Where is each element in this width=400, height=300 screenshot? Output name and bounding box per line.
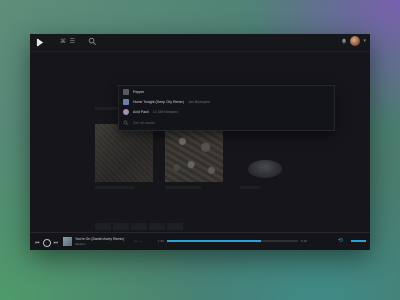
result-title: Acid Pauli 12,345 followers [133,110,179,114]
result-thumbnail [123,109,129,115]
next-icon[interactable]: ⏭ [54,240,59,246]
result-thumbnail [123,89,129,95]
notification-bell-icon[interactable] [341,38,347,44]
result-subtitle: Jan Blomqvist [188,100,210,104]
search-result-item[interactable]: Pepper [119,87,334,97]
track-title[interactable]: You're On (Daniel Avery Remix) [75,237,124,241]
volume-slider[interactable] [351,240,366,242]
app-logo-icon[interactable] [36,38,45,47]
search-icon[interactable] [88,37,97,46]
result-title: Pepper [133,90,145,94]
progress-fill [167,240,262,242]
see-all-label: See all results [133,121,155,125]
result-subtitle: 12,345 followers [152,110,179,114]
app-window: ⌘ ☰ ▾ Pepper Home Tonight (Deep City Rem… [30,34,370,250]
main-content [30,52,370,232]
repeat-icon[interactable]: ⟲ [338,237,343,244]
search-icon [123,120,129,126]
play-icon[interactable] [42,239,51,247]
top-bar: ⌘ ☰ ▾ [30,34,370,52]
progress-bar[interactable] [167,240,298,242]
search-result-item[interactable]: Home Tonight (Deep City Remix) Jan Blomqv… [119,97,334,107]
player-bar: ⏮ ⏭ You're On (Daniel Avery Remix) Madeo… [30,232,370,250]
avatar[interactable] [350,36,361,46]
track-artist[interactable]: Madeon [75,242,86,246]
time-elapsed: 1:36 [158,239,164,243]
track-artwork[interactable] [63,237,72,246]
previous-icon[interactable]: ⏮ [35,240,40,246]
time-total: 5:18 [301,239,307,243]
playback-controls: ⏮ ⏭ [35,239,58,247]
search-result-item[interactable]: Acid Pauli 12,345 followers [119,107,334,117]
result-title: Home Tonight (Deep City Remix) Jan Blomqv… [133,100,210,104]
chevron-down-icon[interactable]: ▾ [363,38,366,44]
search-results-dropdown: Pepper Home Tonight (Deep City Remix) Jan… [118,85,335,131]
content-overlay [30,52,370,232]
track-actions-icon[interactable]: ♡ ⋯ [134,239,143,244]
see-all-results-link[interactable]: See all results [119,118,334,128]
result-thumbnail [123,99,129,105]
user-menu[interactable]: ▾ [341,36,366,46]
menu-icon[interactable]: ⌘ ☰ [60,38,76,45]
